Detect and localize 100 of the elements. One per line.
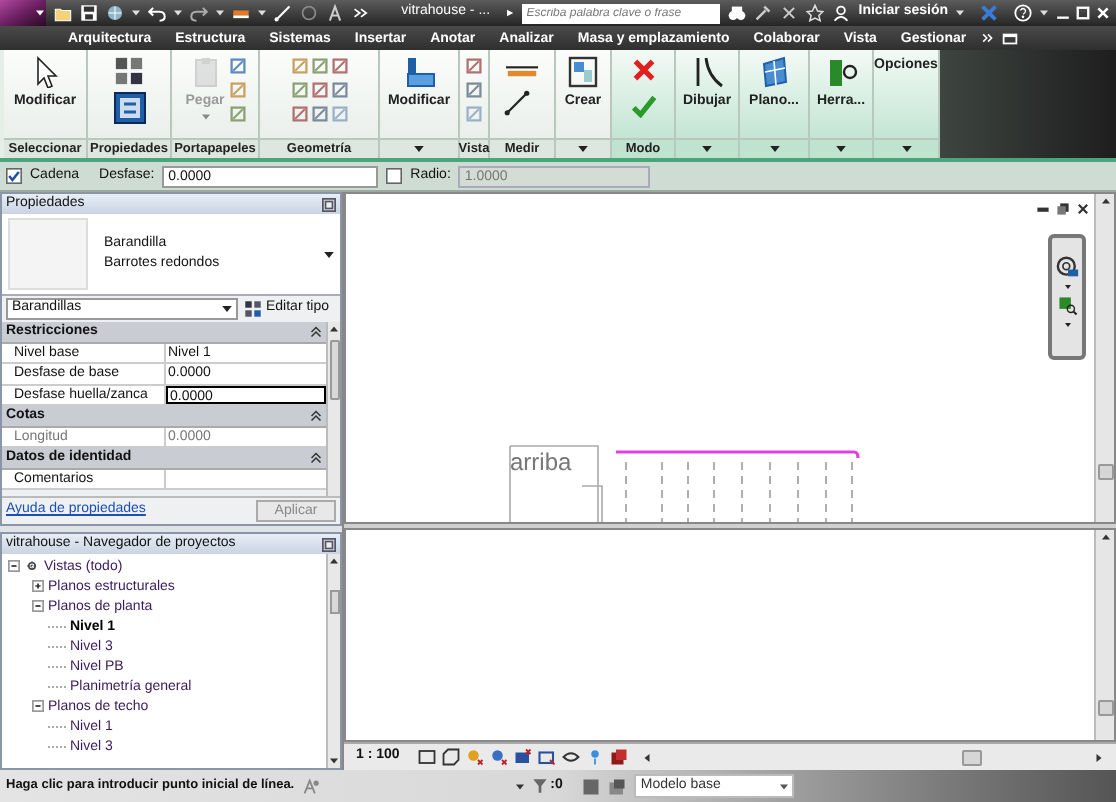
close-icon[interactable] bbox=[322, 197, 336, 211]
more-tools-icon[interactable] bbox=[351, 4, 370, 22]
scroll-thumb[interactable] bbox=[962, 749, 983, 765]
tool-icon[interactable] bbox=[291, 82, 307, 98]
panel-dropdown-icon[interactable] bbox=[901, 146, 911, 152]
caret-icon[interactable] bbox=[324, 251, 334, 257]
ribbon-display-icon[interactable] bbox=[1002, 31, 1019, 45]
collapse-icon[interactable] bbox=[310, 409, 322, 422]
sun-path-icon[interactable] bbox=[465, 748, 484, 766]
create-group-icon bbox=[566, 56, 599, 88]
scrollbar[interactable] bbox=[326, 322, 340, 496]
scroll-up-icon[interactable] bbox=[1101, 534, 1109, 540]
scroll-thumb[interactable] bbox=[1097, 464, 1113, 480]
design-options-icon[interactable] bbox=[582, 777, 601, 795]
tool-icon[interactable] bbox=[311, 82, 327, 98]
door-tool-icon bbox=[825, 56, 857, 88]
expander-icon[interactable] bbox=[32, 600, 44, 612]
tool-icon[interactable] bbox=[311, 58, 327, 74]
steering-wheel-icon[interactable] bbox=[1055, 256, 1079, 278]
wrench-icon[interactable] bbox=[754, 4, 773, 22]
scrollbar[interactable] bbox=[326, 554, 340, 768]
filter-icon[interactable] bbox=[532, 778, 549, 794]
panel-dropdown-icon[interactable] bbox=[836, 146, 846, 152]
caret-icon[interactable] bbox=[222, 306, 232, 312]
properties-icon[interactable] bbox=[113, 92, 145, 124]
scroll-down-icon[interactable] bbox=[330, 758, 338, 764]
text-tool-icon[interactable] bbox=[325, 4, 344, 22]
tool-icon[interactable] bbox=[230, 106, 247, 122]
collapse-icon[interactable] bbox=[310, 451, 322, 464]
scroll-up-icon[interactable] bbox=[1101, 198, 1109, 204]
scroll-left-icon[interactable] bbox=[643, 753, 650, 761]
caret-icon[interactable] bbox=[215, 10, 224, 16]
globe-icon[interactable] bbox=[105, 4, 124, 22]
analytical-model-icon[interactable] bbox=[609, 748, 628, 766]
detail-level-icon[interactable] bbox=[417, 748, 436, 766]
caret-icon[interactable] bbox=[1040, 10, 1048, 16]
caret-icon[interactable] bbox=[1063, 322, 1071, 328]
tool-icon[interactable] bbox=[230, 58, 247, 74]
scroll-thumb[interactable] bbox=[329, 589, 339, 613]
cancel-icon[interactable] bbox=[631, 58, 655, 82]
tool-icon[interactable] bbox=[466, 58, 482, 74]
close-icon[interactable] bbox=[1076, 202, 1090, 216]
scroll-thumb[interactable] bbox=[329, 340, 339, 400]
expander-icon[interactable] bbox=[32, 580, 44, 592]
undo-icon[interactable] bbox=[147, 4, 166, 22]
panel-dropdown-icon[interactable] bbox=[702, 146, 712, 152]
caret-icon[interactable] bbox=[257, 10, 266, 16]
visual-style-icon[interactable] bbox=[441, 748, 460, 766]
scrollbar[interactable] bbox=[641, 747, 1104, 767]
more-tabs-icon[interactable] bbox=[982, 32, 995, 44]
scroll-thumb[interactable] bbox=[1097, 700, 1113, 716]
expander-icon[interactable] bbox=[32, 700, 44, 712]
measure-icon[interactable] bbox=[504, 62, 540, 78]
caret-icon[interactable] bbox=[131, 10, 140, 16]
scrollbar[interactable] bbox=[1094, 530, 1114, 740]
help-icon[interactable] bbox=[1014, 4, 1032, 22]
application-menu-button[interactable] bbox=[0, 0, 46, 26]
minimize-icon[interactable] bbox=[1036, 202, 1050, 216]
zoom-icon[interactable] bbox=[1057, 296, 1077, 316]
annotation-label: arriba bbox=[510, 450, 572, 474]
caret-icon[interactable] bbox=[956, 10, 964, 16]
checkmark-icon[interactable] bbox=[631, 94, 655, 118]
scroll-right-icon[interactable] bbox=[1095, 753, 1102, 761]
user-icon[interactable] bbox=[832, 4, 851, 22]
type-properties-icon bbox=[244, 300, 262, 318]
caret-icon[interactable] bbox=[780, 783, 789, 789]
scrollbar[interactable] bbox=[1094, 194, 1114, 522]
tool-icon[interactable] bbox=[331, 58, 347, 74]
caret-icon[interactable] bbox=[173, 10, 182, 16]
scroll-up-icon[interactable] bbox=[330, 558, 338, 564]
type-properties-icon[interactable] bbox=[114, 56, 144, 86]
star-icon[interactable] bbox=[806, 4, 825, 22]
active-option-icon[interactable] bbox=[608, 777, 627, 795]
shadows-icon[interactable] bbox=[489, 748, 508, 766]
save-icon[interactable] bbox=[79, 4, 98, 22]
collapse-icon[interactable] bbox=[310, 325, 322, 338]
restore-icon[interactable] bbox=[1056, 202, 1070, 216]
maximize-icon[interactable] bbox=[1076, 6, 1090, 20]
crop-region-icon[interactable] bbox=[537, 748, 556, 766]
panel-dropdown-icon[interactable] bbox=[578, 146, 588, 152]
binoculars-icon[interactable] bbox=[728, 4, 747, 22]
tool-icon[interactable] bbox=[291, 106, 307, 122]
redo-icon[interactable] bbox=[189, 4, 208, 22]
caret-icon[interactable] bbox=[516, 783, 525, 789]
tool-icon[interactable] bbox=[331, 82, 347, 98]
panel-dropdown-icon[interactable] bbox=[769, 146, 779, 152]
tool-icon[interactable] bbox=[311, 106, 327, 122]
hide-isolate-icon[interactable] bbox=[561, 748, 580, 766]
crop-view-icon[interactable] bbox=[513, 748, 532, 766]
checkbox[interactable] bbox=[6, 168, 22, 184]
expander-icon[interactable] bbox=[8, 560, 20, 572]
panel-dropdown-icon[interactable] bbox=[414, 146, 424, 152]
dimension-icon[interactable] bbox=[504, 90, 530, 116]
caret-icon[interactable] bbox=[1063, 284, 1071, 290]
expand-arrow-icon[interactable] bbox=[506, 8, 515, 18]
folder-icon[interactable] bbox=[53, 4, 72, 22]
editable-only-icon[interactable] bbox=[302, 777, 321, 795]
scroll-up-icon[interactable] bbox=[330, 326, 338, 332]
tool-icon[interactable] bbox=[466, 82, 482, 98]
close-icon[interactable] bbox=[322, 537, 336, 551]
